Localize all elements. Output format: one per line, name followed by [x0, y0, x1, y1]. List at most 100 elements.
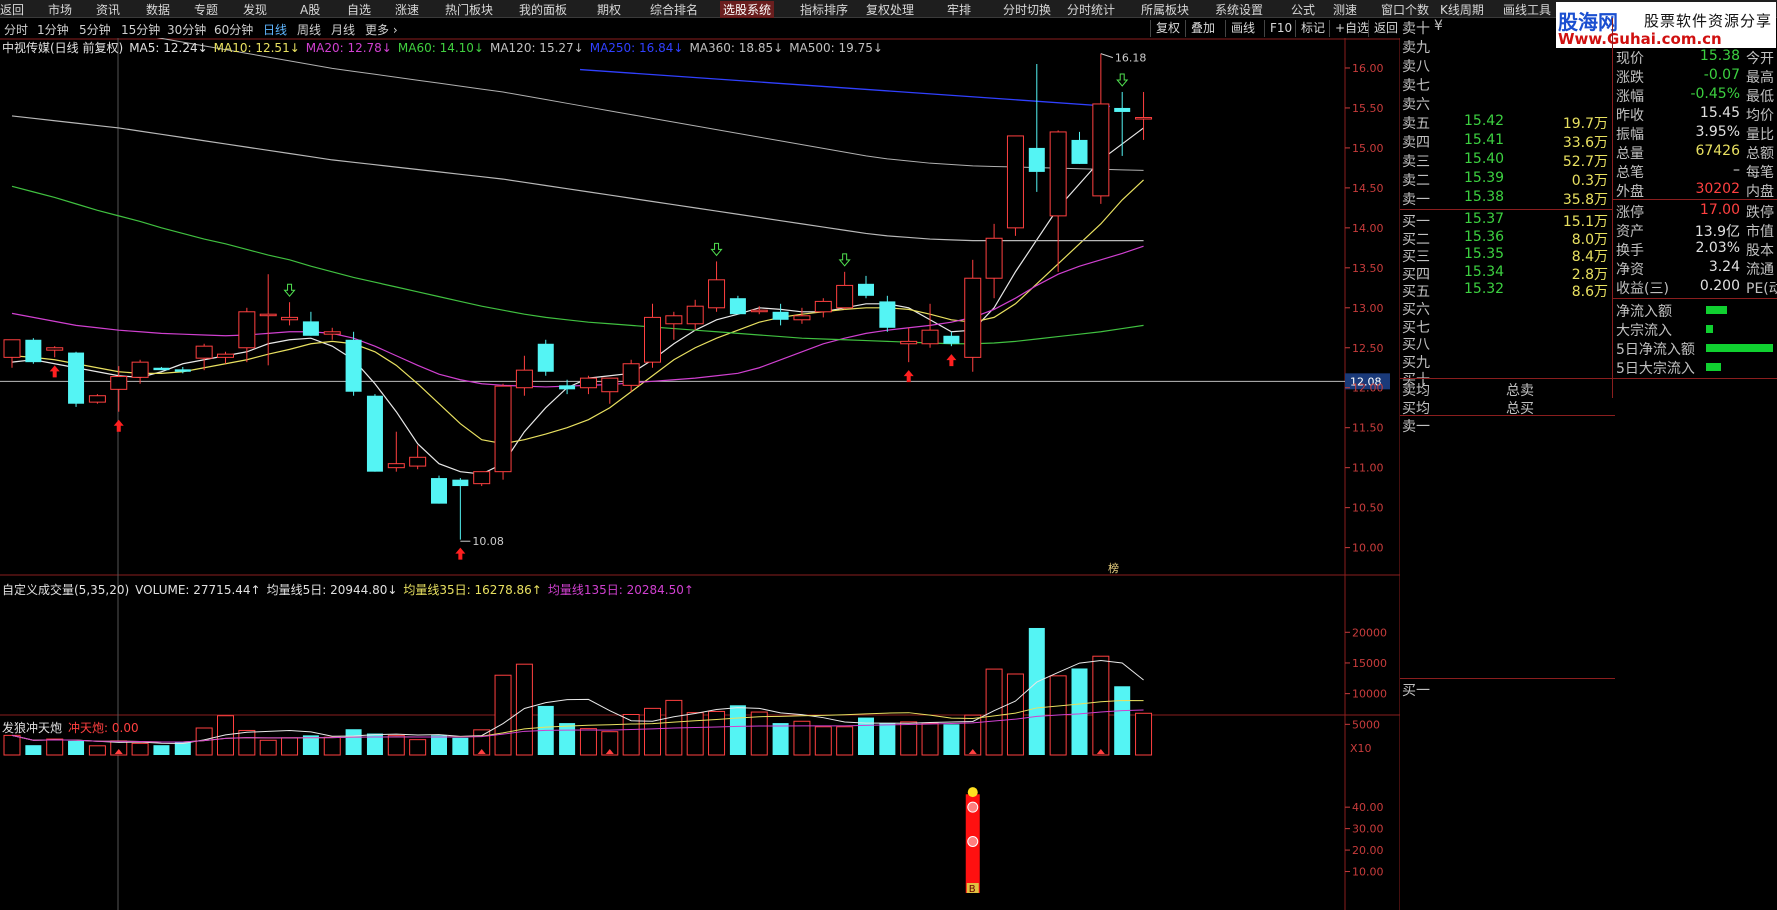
avg-divider: [1400, 378, 1777, 379]
quote-label: 涨幅: [1616, 89, 1644, 105]
menu-item[interactable]: 热门板块: [445, 1, 493, 18]
toolbar-button[interactable]: 复权: [1150, 20, 1185, 37]
period-tab[interactable]: 分时: [4, 21, 28, 38]
quote-label-2: 均价: [1746, 108, 1774, 124]
menu-item[interactable]: 牢排: [947, 1, 971, 18]
volume-bar: [259, 739, 277, 756]
signal-dot: [967, 836, 979, 847]
legend-title: 自定义成交量(5,35,20): [2, 583, 130, 597]
quote-label: 外盘: [1616, 184, 1644, 200]
quote-label: 总量: [1616, 146, 1644, 162]
flow-bar: [1706, 363, 1721, 371]
quote-label-2: 流通: [1746, 262, 1774, 278]
toolbar-button[interactable]: 叠加: [1185, 20, 1220, 37]
orderbook-sell-label: 卖四: [1402, 135, 1430, 151]
menu-item[interactable]: 自选: [347, 1, 371, 18]
candle: [345, 331, 362, 396]
quote-value: -0.45%: [1690, 86, 1740, 102]
flow-label: 5日净流入额: [1616, 342, 1695, 358]
menu-item[interactable]: 发现: [243, 1, 267, 18]
volume-bar: [281, 737, 299, 756]
period-tab[interactable]: 月线: [331, 21, 355, 38]
chart-area[interactable]: 12.0816.0015.5015.0014.5014.0013.5013.00…: [0, 38, 1400, 910]
volume-bar: [814, 726, 832, 756]
quote-label: 昨收: [1616, 108, 1644, 124]
period-tab[interactable]: 15分钟: [121, 21, 160, 38]
period-tab[interactable]: 30分钟: [167, 21, 206, 38]
volume-bar: [302, 735, 319, 755]
orderbook-buy-price: 15.36: [1464, 228, 1505, 245]
menu-item[interactable]: 所属板块: [1141, 1, 1189, 18]
toolbar-button[interactable]: 画线: [1225, 20, 1260, 37]
legend-item: MA120: 15.27↓: [489, 41, 584, 55]
candle: [431, 475, 447, 504]
legend-item: 冲天炮: 0.00: [68, 721, 139, 735]
menu-item[interactable]: 我的面板: [519, 1, 567, 18]
candle: [366, 394, 383, 472]
avg-sell-label: 卖均: [1402, 383, 1430, 399]
menu-item[interactable]: 涨速: [395, 1, 419, 18]
order-buy-label: 买一: [1402, 683, 1430, 699]
volume-bar: [921, 722, 939, 756]
volume-bar: [46, 738, 64, 756]
legend-item: 均量线135日: 20284.50↑: [547, 583, 694, 597]
menu-item[interactable]: 数据: [146, 1, 170, 18]
menu-item[interactable]: 专题: [194, 1, 218, 18]
price-tick-label: 11.50: [1352, 422, 1384, 435]
menu-item[interactable]: 指标排序: [800, 1, 848, 18]
orderbook-sell-volume: 0.3万: [1571, 173, 1608, 189]
quote-label: 净资: [1616, 262, 1644, 278]
menu-item[interactable]: 复权处理: [866, 1, 914, 18]
menu-item[interactable]: 分时统计: [1067, 1, 1115, 18]
legend-title: 中视传媒(日线 前复权): [2, 41, 124, 55]
orderbook-sell-volume: 35.8万: [1562, 192, 1608, 208]
quote-value: 13.9亿: [1694, 224, 1740, 240]
menu-item[interactable]: 市场: [48, 1, 72, 18]
price-tick-label: 11.00: [1352, 462, 1384, 475]
volume-bar: [1028, 627, 1045, 755]
orderbook-sell-label: 卖五: [1402, 116, 1430, 132]
candle: [729, 295, 746, 315]
volume-tick-label: 10000: [1352, 688, 1387, 701]
period-tab[interactable]: 更多 ›: [365, 21, 398, 38]
volume-bar: [25, 745, 42, 755]
volume-bar: [88, 745, 106, 756]
menu-item[interactable]: 选股系统: [720, 1, 775, 18]
menu-item[interactable]: 综合排名: [650, 1, 698, 18]
menu-item[interactable]: 公式: [1291, 1, 1315, 18]
quote-label: 涨跌: [1616, 70, 1644, 86]
toolbar-button[interactable]: 返回: [1368, 20, 1403, 37]
volume-bar: [1006, 673, 1024, 756]
low-label: 10.08: [472, 535, 504, 548]
total-sell-label: 总卖: [1506, 383, 1534, 399]
volume-bar: [900, 721, 918, 756]
flow-label: 大宗流入: [1616, 323, 1672, 339]
toolbar-button[interactable]: F10: [1264, 20, 1297, 37]
quote-label: 涨停: [1616, 205, 1644, 221]
menu-item[interactable]: 期权: [597, 1, 621, 18]
period-tab[interactable]: 1分钟: [37, 21, 69, 38]
toolbar-button[interactable]: 标记: [1295, 20, 1330, 37]
volume-bar: [195, 727, 213, 756]
menu-item[interactable]: 系统设置: [1215, 1, 1263, 18]
signal-tick-label: 10.00: [1352, 866, 1384, 879]
volume-bar: [772, 723, 789, 755]
menu-item[interactable]: K线周期: [1440, 1, 1484, 18]
legend-item: MA20: 12.78↓: [305, 41, 392, 55]
quote-label-2: 量比: [1746, 127, 1774, 143]
menu-item[interactable]: 画线工具: [1503, 1, 1551, 18]
menu-item[interactable]: 返回: [0, 1, 24, 18]
menu-item[interactable]: 分时切换: [1003, 1, 1051, 18]
volume-bar: [686, 712, 704, 756]
price-tick-label: 12.00: [1352, 382, 1384, 395]
menu-item[interactable]: A股: [300, 1, 320, 18]
period-tab[interactable]: 5分钟: [79, 21, 111, 38]
period-tab[interactable]: 60分钟: [214, 21, 253, 38]
period-tab[interactable]: 日线: [263, 21, 287, 38]
menu-item[interactable]: 测速: [1333, 1, 1357, 18]
menu-item[interactable]: 资讯: [96, 1, 120, 18]
menu-item[interactable]: 窗口个数: [1381, 1, 1429, 18]
quote-panel: 卖十 ¥ 卖九 卖八 卖七 卖六 卖五 15.42 19.7万 卖四 15.41 33.6万 卖三 15.…: [1400, 18, 1777, 910]
period-tab[interactable]: 周线: [297, 21, 321, 38]
price-tick-label: 14.50: [1352, 182, 1384, 195]
